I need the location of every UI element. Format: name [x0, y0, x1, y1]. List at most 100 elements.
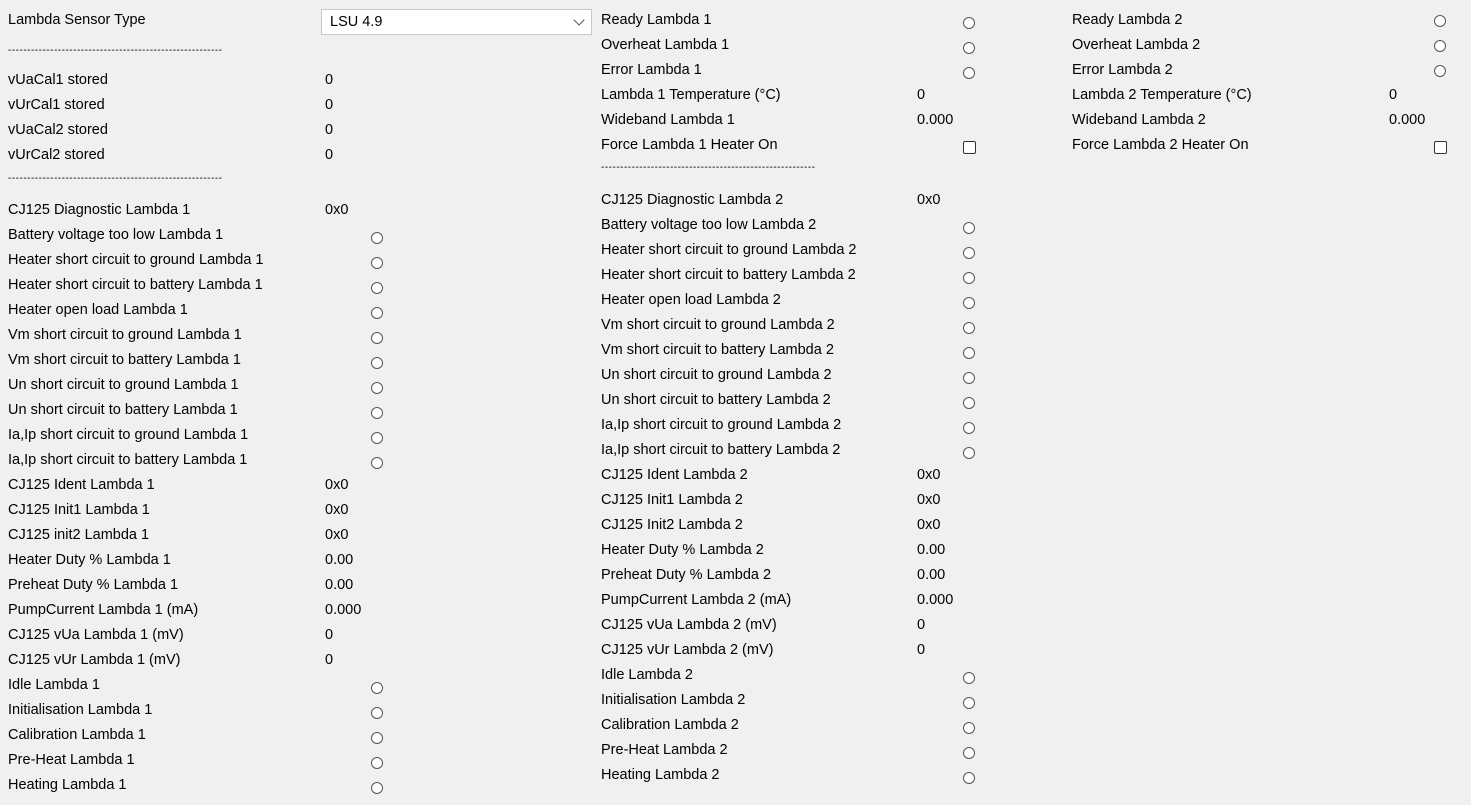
status-indicator [371, 782, 383, 794]
status-indicator [371, 332, 383, 344]
param-label: CJ125 Init1 Lambda 2 [601, 492, 743, 508]
status-label: Ia,Ip short circuit to battery Lambda 2 [601, 442, 841, 458]
sensor-type-label: Lambda Sensor Type [8, 12, 146, 28]
status-label: Pre-Heat Lambda 1 [8, 752, 135, 768]
force-heater-label: Force Lambda 1 Heater On [601, 137, 778, 153]
status-indicator [963, 397, 975, 409]
param-label: CJ125 vUr Lambda 1 (mV) [8, 652, 181, 668]
param-value: 0 [325, 122, 334, 138]
status-label: Idle Lambda 1 [8, 677, 100, 693]
status-label: Un short circuit to ground Lambda 2 [601, 367, 832, 383]
status-indicator [1434, 15, 1446, 27]
param-label: CJ125 Ident Lambda 2 [601, 467, 748, 483]
sensor-type-value: LSU 4.9 [330, 14, 383, 30]
param-value: 0x0 [917, 492, 941, 508]
status-label: Heater short circuit to ground Lambda 2 [601, 242, 857, 258]
force-heater-checkbox[interactable] [1434, 141, 1447, 154]
status-indicator [371, 357, 383, 369]
param-label: Heater Duty % Lambda 2 [601, 542, 764, 558]
param-value: 0 [1389, 87, 1398, 103]
status-indicator [1434, 40, 1446, 52]
status-indicator [963, 422, 975, 434]
chevron-down-icon [573, 14, 585, 26]
force-heater-checkbox[interactable] [963, 141, 976, 154]
param-label: vUrCal1 stored [8, 97, 105, 113]
status-label: Ready Lambda 1 [601, 12, 712, 28]
param-label: CJ125 Ident Lambda 1 [8, 477, 155, 493]
status-label: Pre-Heat Lambda 2 [601, 742, 728, 758]
param-label: vUaCal1 stored [8, 72, 108, 88]
status-indicator [371, 282, 383, 294]
param-value: 0 [917, 617, 926, 633]
param-label: CJ125 init2 Lambda 1 [8, 527, 150, 543]
param-label: CJ125 Init2 Lambda 2 [601, 517, 743, 533]
status-label: Battery voltage too low Lambda 2 [601, 217, 817, 233]
status-indicator [371, 457, 383, 469]
status-indicator [963, 447, 975, 459]
param-value: 0.000 [917, 112, 954, 128]
status-indicator [371, 432, 383, 444]
status-indicator [371, 682, 383, 694]
status-label: Heating Lambda 1 [8, 777, 127, 793]
status-label: Idle Lambda 2 [601, 667, 693, 683]
param-label: Preheat Duty % Lambda 1 [8, 577, 179, 593]
param-label: Heater Duty % Lambda 1 [8, 552, 171, 568]
status-label: Ia,Ip short circuit to ground Lambda 1 [8, 427, 249, 443]
param-label: PumpCurrent Lambda 2 (mA) [601, 592, 792, 608]
param-label: Lambda 1 Temperature (°C) [601, 87, 781, 103]
param-value: 0.000 [917, 592, 954, 608]
status-label: Heater short circuit to battery Lambda 2 [601, 267, 856, 283]
status-indicator [963, 722, 975, 734]
param-value: 0 [917, 642, 926, 658]
param-value: 0 [325, 627, 334, 643]
status-label: Error Lambda 1 [601, 62, 702, 78]
status-indicator [371, 257, 383, 269]
status-indicator [963, 697, 975, 709]
param-value: 0 [325, 652, 334, 668]
status-indicator [963, 372, 975, 384]
param-label: Wideband Lambda 1 [601, 112, 735, 128]
param-value: 0 [917, 87, 926, 103]
param-label: Preheat Duty % Lambda 2 [601, 567, 772, 583]
status-label: Ia,Ip short circuit to ground Lambda 2 [601, 417, 842, 433]
param-value: 0 [325, 97, 334, 113]
param-value: 0x0 [917, 517, 941, 533]
separator: ----------------------------------------… [8, 173, 223, 184]
status-label: Un short circuit to ground Lambda 1 [8, 377, 239, 393]
status-label: Heater open load Lambda 1 [8, 302, 188, 318]
param-label: vUaCal2 stored [8, 122, 108, 138]
status-indicator [371, 707, 383, 719]
status-label: Un short circuit to battery Lambda 1 [8, 402, 238, 418]
param-label: CJ125 Init1 Lambda 1 [8, 502, 150, 518]
status-label: Initialisation Lambda 2 [601, 692, 746, 708]
param-value: 0x0 [325, 502, 349, 518]
status-label: Overheat Lambda 2 [1072, 37, 1201, 53]
param-label: CJ125 vUa Lambda 1 (mV) [8, 627, 184, 643]
param-value: 0x0 [325, 527, 349, 543]
param-value: 0.000 [1389, 112, 1426, 128]
separator: ----------------------------------------… [601, 162, 816, 173]
status-indicator [371, 232, 383, 244]
status-label: Heater short circuit to ground Lambda 1 [8, 252, 264, 268]
param-label: CJ125 Diagnostic Lambda 1 [8, 202, 191, 218]
param-value: 0.00 [917, 567, 946, 583]
status-label: Vm short circuit to ground Lambda 2 [601, 317, 835, 333]
status-label: Heater open load Lambda 2 [601, 292, 781, 308]
status-label: Heating Lambda 2 [601, 767, 720, 783]
param-label: PumpCurrent Lambda 1 (mA) [8, 602, 199, 618]
status-label: Heater short circuit to battery Lambda 1 [8, 277, 263, 293]
separator: ----------------------------------------… [8, 45, 223, 56]
status-indicator [371, 382, 383, 394]
param-value: 0 [325, 147, 334, 163]
status-label: Vm short circuit to ground Lambda 1 [8, 327, 242, 343]
param-value: 0 [325, 72, 334, 88]
param-value: 0.00 [325, 577, 354, 593]
param-label: CJ125 vUa Lambda 2 (mV) [601, 617, 777, 633]
sensor-type-select[interactable]: LSU 4.9 [321, 9, 592, 35]
status-label: Ready Lambda 2 [1072, 12, 1183, 28]
status-indicator [963, 672, 975, 684]
param-value: 0x0 [325, 202, 349, 218]
status-indicator [371, 407, 383, 419]
status-indicator [371, 757, 383, 769]
status-indicator [963, 67, 975, 79]
